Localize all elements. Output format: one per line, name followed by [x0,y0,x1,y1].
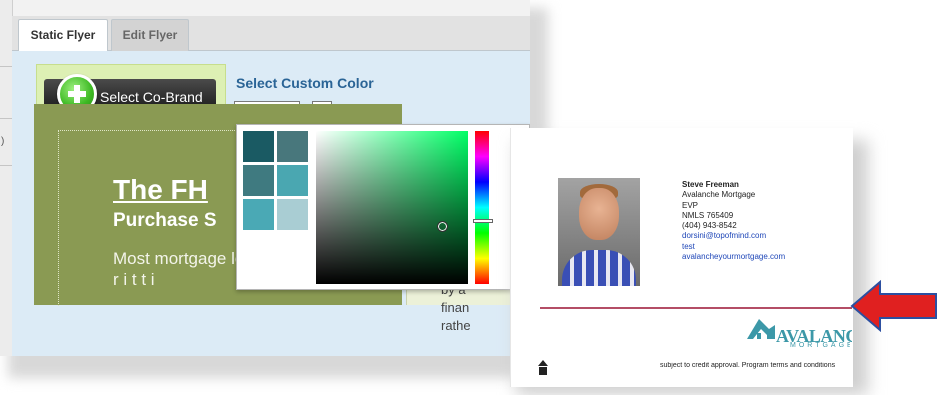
contact-nmls: NMLS 765409 [682,210,734,220]
agent-photo [558,178,640,286]
avalanche-logo-icon [747,319,775,339]
contact-block: Steve Freeman Avalanche Mortgage EVP NML… [682,180,785,262]
photo-face [579,188,619,240]
contact-extra: test [682,241,695,251]
divider-rule [540,307,852,309]
contact-website-link[interactable]: avalancheyourmortgage.com [682,252,785,262]
select-custom-color-heading: Select Custom Color [236,75,374,91]
logo-subtext: MORTGAGE [790,342,850,349]
saturation-value-field[interactable] [316,131,468,284]
red-arrow-icon [850,280,937,332]
flyer-title: The FH [113,174,208,205]
flyer-body-line-2: r i t t i [113,270,155,289]
flyer-subtitle: Purchase S [113,210,217,231]
contact-phone: (404) 943-8542 [682,221,737,231]
palette-swatch[interactable] [277,165,308,196]
contact-title: EVP [682,200,699,210]
tab-bar: Static Flyer Edit Flyer [12,16,530,52]
hue-slider-handle[interactable] [473,219,493,223]
palette-swatch[interactable] [277,199,308,230]
palette-swatch[interactable] [277,131,308,162]
contact-name: Steve Freeman [682,180,739,189]
photo-shirt [562,250,636,286]
side-line-2: finan [441,300,470,315]
palette-swatch[interactable] [243,131,274,162]
color-picker-popup [236,124,530,290]
contact-email-link[interactable]: dorsini@topofmind.com [682,231,785,241]
tab-static-flyer[interactable]: Static Flyer [18,19,108,52]
tab-edit-flyer[interactable]: Edit Flyer [111,19,189,51]
palette-swatch[interactable] [243,165,274,196]
color-cursor[interactable] [437,221,448,232]
disclaimer-text: subject to credit approval. Program term… [660,362,836,369]
hue-slider[interactable] [475,131,489,284]
edge-marker: ) [1,136,5,147]
palette-swatch[interactable] [243,199,274,230]
equal-housing-icon [538,360,548,375]
side-line-3: rathe [441,318,471,333]
contact-company: Avalanche Mortgage [682,190,756,200]
flyer-editor-window: ) Static Flyer Edit Flyer Select Co-Bran… [0,0,530,356]
